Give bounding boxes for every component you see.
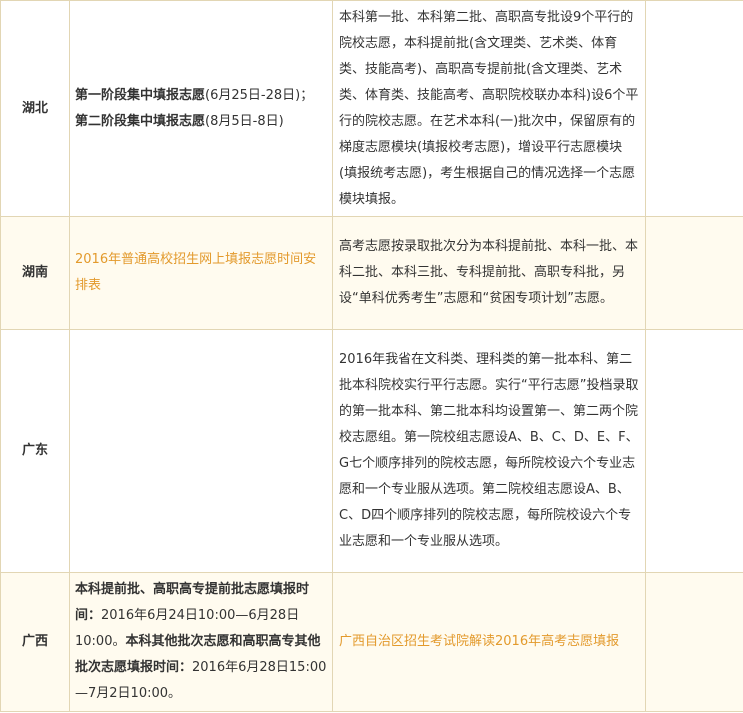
schedule-date: (8月5日-8日) <box>205 113 284 129</box>
empty-cell <box>645 216 743 330</box>
schedule-cell: 2016年普通高校招生网上填报志愿时间安排表 <box>69 216 333 330</box>
table-row-hunan: 湖南 2016年普通高校招生网上填报志愿时间安排表 高考志愿按录取批次分为本科提… <box>0 216 743 330</box>
province-cell: 广东 <box>0 329 70 573</box>
schedule-link[interactable]: 2016年普通高校招生网上填报志愿时间安排表 <box>75 252 316 293</box>
empty-cell <box>645 572 743 712</box>
empty-cell <box>645 0 743 217</box>
description-cell: 2016年我省在文科类、理科类的第一批本科、第二批本科院校实行平行志愿。实行“平… <box>332 329 646 573</box>
province-cell: 湖南 <box>0 216 70 330</box>
schedule-cell: 本科提前批、高职高专提前批志愿填报时间：2016年6月24日10:00—6月28… <box>69 572 333 712</box>
admission-table: 湖北 第一阶段集中填报志愿(6月25日-28日)； 第二阶段集中填报志愿(8月5… <box>0 0 743 712</box>
schedule-date: (6月25日-28日)； <box>205 87 314 103</box>
guide-link[interactable]: 广西自治区招生考试院解读2016年高考志愿填报 <box>339 634 619 649</box>
province-cell: 广西 <box>0 572 70 712</box>
schedule-cell: 第一阶段集中填报志愿(6月25日-28日)； 第二阶段集中填报志愿(8月5日-8… <box>69 0 333 217</box>
schedule-label: 第二阶段集中填报志愿 <box>75 113 206 129</box>
description-cell: 广西自治区招生考试院解读2016年高考志愿填报 <box>332 572 646 712</box>
description-cell: 本科第一批、本科第二批、高职高专批设9个平行的院校志愿，本科提前批(含文理类、艺… <box>332 0 646 217</box>
province-cell: 湖北 <box>0 0 70 217</box>
empty-cell <box>645 329 743 573</box>
schedule-label: 第一阶段集中填报志愿 <box>75 87 206 103</box>
description-cell: 高考志愿按录取批次分为本科提前批、本科一批、本科二批、本科三批、专科提前批、高职… <box>332 216 646 330</box>
empty-cell <box>69 329 333 573</box>
table-row-hubei: 湖北 第一阶段集中填报志愿(6月25日-28日)； 第二阶段集中填报志愿(8月5… <box>0 0 743 217</box>
table-row-guangdong: 广东 2016年我省在文科类、理科类的第一批本科、第二批本科院校实行平行志愿。实… <box>0 329 743 573</box>
table-row-guangxi: 广西 本科提前批、高职高专提前批志愿填报时间：2016年6月24日10:00—6… <box>0 572 743 712</box>
